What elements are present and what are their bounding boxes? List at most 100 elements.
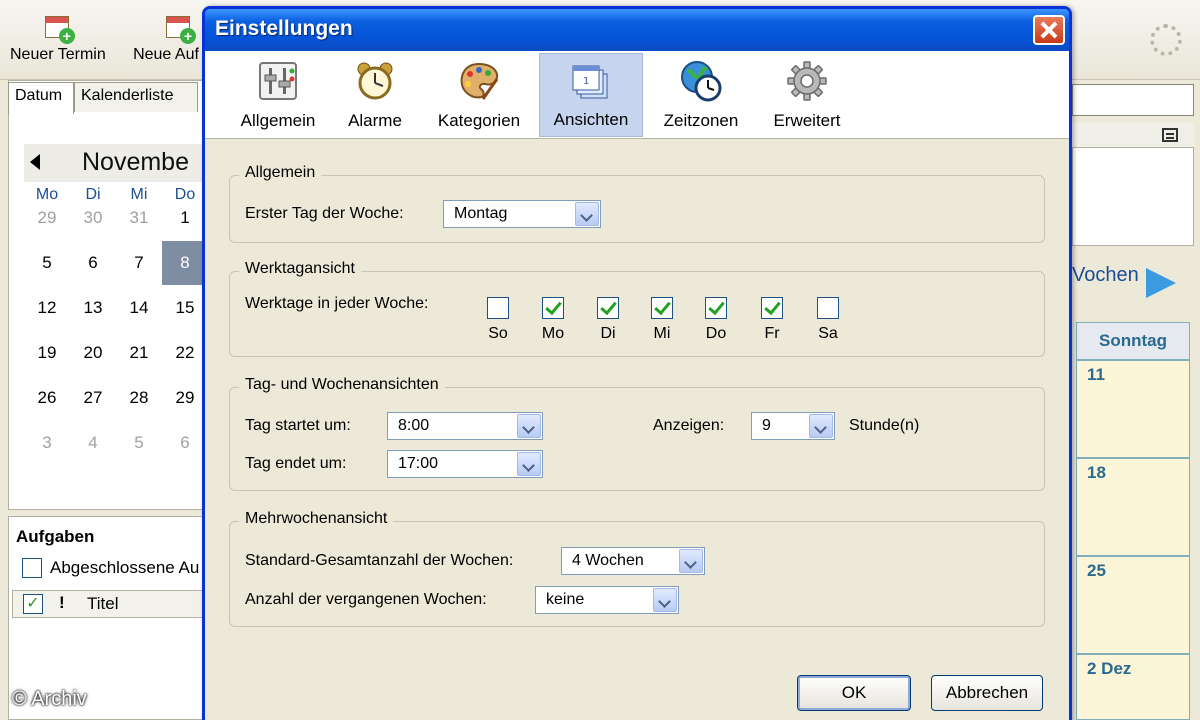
first-day-select[interactable]: Montag	[443, 200, 601, 228]
day-start-select[interactable]: 8:00	[387, 412, 543, 440]
show-hours-value: 9	[762, 417, 771, 434]
total-weeks-value: 4 Wochen	[572, 552, 644, 569]
mini-calendar-day[interactable]: 21	[116, 331, 162, 375]
mini-calendar-day[interactable]: 5	[116, 421, 162, 465]
mini-calendar-header: Novembe	[24, 144, 208, 182]
workday-checkbox-sa[interactable]	[817, 297, 839, 319]
category-ansichten[interactable]: 1 Ansichten	[539, 53, 643, 137]
new-task-button[interactable]: + Neue Auf	[126, 12, 206, 64]
gear-icon	[787, 61, 827, 101]
palette-icon	[460, 62, 499, 100]
day-cell[interactable]: 11	[1076, 360, 1190, 458]
chevron-down-icon[interactable]	[679, 549, 703, 573]
dayweek-group-title: Tag- und Wochenansichten	[239, 376, 445, 394]
category-erweitert[interactable]: Erweitert	[761, 53, 853, 137]
show-hours-select[interactable]: 9	[751, 412, 835, 440]
mini-calendar-day[interactable]: 19	[24, 331, 70, 375]
next-period-icon[interactable]	[1146, 268, 1176, 298]
dialog-title: Einstellungen	[215, 17, 353, 40]
new-event-label: Neuer Termin	[10, 46, 106, 63]
tab-datum[interactable]: Datum	[8, 82, 74, 114]
mini-calendar-day[interactable]: 13	[70, 286, 116, 330]
dialog-titlebar[interactable]: Einstellungen	[205, 9, 1069, 51]
mini-calendar-day[interactable]: 27	[70, 376, 116, 420]
workday-checkbox-mi[interactable]	[651, 297, 673, 319]
workday-checkbox-so[interactable]	[487, 297, 509, 319]
chevron-down-icon[interactable]	[517, 414, 541, 438]
day-end-select[interactable]: 17:00	[387, 450, 543, 478]
mini-calendar-day[interactable]: 7	[116, 241, 162, 285]
cancel-button[interactable]: Abbrechen	[931, 675, 1043, 711]
mini-calendar-day[interactable]: 14	[116, 286, 162, 330]
previous-month-icon[interactable]	[30, 154, 40, 170]
new-event-button[interactable]: + Neuer Termin	[10, 12, 106, 64]
workdays-group-title: Werktagansicht	[239, 260, 361, 278]
column-picker-icon[interactable]	[1162, 128, 1178, 142]
category-label: Kategorien	[437, 111, 521, 130]
chevron-down-icon[interactable]	[809, 414, 833, 438]
tasks-column-header: ✓ ! Titel	[12, 590, 208, 618]
priority-column-header[interactable]: !	[59, 593, 65, 613]
completed-column-icon[interactable]: ✓	[23, 594, 43, 614]
mini-calendar-day[interactable]: 6	[70, 241, 116, 285]
workday-label: Mo	[541, 325, 565, 342]
category-label: Ansichten	[553, 110, 629, 129]
show-completed-checkbox[interactable]	[22, 558, 42, 578]
workday-checkbox-di[interactable]	[597, 297, 619, 319]
category-label: Erweitert	[773, 111, 841, 130]
views-icon: 1	[572, 65, 608, 99]
workday-label: Fr	[764, 325, 780, 342]
mini-calendar-day[interactable]: 28	[116, 376, 162, 420]
day-cell[interactable]: 2 Dez	[1076, 654, 1190, 720]
mini-calendar-day[interactable]: 29	[24, 196, 70, 240]
chevron-down-icon[interactable]	[653, 588, 677, 612]
title-column-header[interactable]: Titel	[87, 594, 119, 614]
activity-spinner-icon	[1150, 24, 1182, 56]
ok-button[interactable]: OK	[797, 675, 911, 711]
mini-calendar-day[interactable]: 20	[70, 331, 116, 375]
mini-calendar-day[interactable]: 31	[116, 196, 162, 240]
mini-calendar-day[interactable]: 5	[24, 241, 70, 285]
total-weeks-select[interactable]: 4 Wochen	[561, 547, 705, 575]
alarm-clock-icon	[357, 62, 393, 100]
mini-calendar-day[interactable]: 26	[24, 376, 70, 420]
new-event-icon: +	[43, 12, 75, 44]
show-hours-label: Anzeigen:	[653, 417, 725, 434]
mini-calendar-day[interactable]: 3	[24, 421, 70, 465]
dayweek-group	[229, 387, 1045, 491]
category-label: Allgemein	[240, 111, 316, 130]
day-cell[interactable]: 18	[1076, 458, 1190, 556]
past-weeks-select[interactable]: keine	[535, 586, 679, 614]
mini-calendar-day[interactable]: 12	[24, 286, 70, 330]
category-label: Zeitzonen	[663, 111, 739, 130]
category-allgemein[interactable]: Allgemein	[229, 53, 327, 137]
close-button[interactable]	[1033, 15, 1065, 45]
workday-label: Di	[600, 325, 616, 342]
chevron-down-icon[interactable]	[517, 452, 541, 476]
day-start-label: Tag startet um:	[245, 417, 351, 434]
category-label: Alarme	[348, 111, 402, 130]
weeks-view-label: Vochen	[1072, 264, 1139, 286]
day-start-value: 8:00	[398, 417, 430, 434]
globe-clock-icon	[681, 61, 722, 102]
day-cell[interactable]: 25	[1076, 556, 1190, 654]
workday-checkbox-do[interactable]	[705, 297, 727, 319]
past-weeks-label: Anzahl der vergangenen Wochen:	[245, 591, 487, 608]
workday-checkbox-fr[interactable]	[761, 297, 783, 319]
first-day-value: Montag	[454, 205, 508, 222]
workday-label: Do	[705, 325, 727, 342]
category-kategorien[interactable]: Kategorien	[425, 53, 533, 137]
first-day-label: Erster Tag der Woche:	[245, 205, 404, 222]
category-alarme[interactable]: Alarme	[335, 53, 415, 137]
right-search-input[interactable]	[1072, 84, 1194, 116]
mini-calendar-day[interactable]: 4	[70, 421, 116, 465]
past-weeks-value: keine	[546, 591, 585, 608]
chevron-down-icon[interactable]	[575, 202, 599, 226]
new-task-icon: +	[164, 12, 196, 44]
tab-kalenderliste[interactable]: Kalenderliste	[74, 82, 198, 112]
hours-unit-label: Stunde(n)	[849, 417, 920, 434]
mini-calendar-day[interactable]: 30	[70, 196, 116, 240]
category-zeitzonen[interactable]: Zeitzonen	[653, 53, 749, 137]
workday-checkbox-mo[interactable]	[542, 297, 564, 319]
workday-label: Mi	[653, 325, 671, 342]
